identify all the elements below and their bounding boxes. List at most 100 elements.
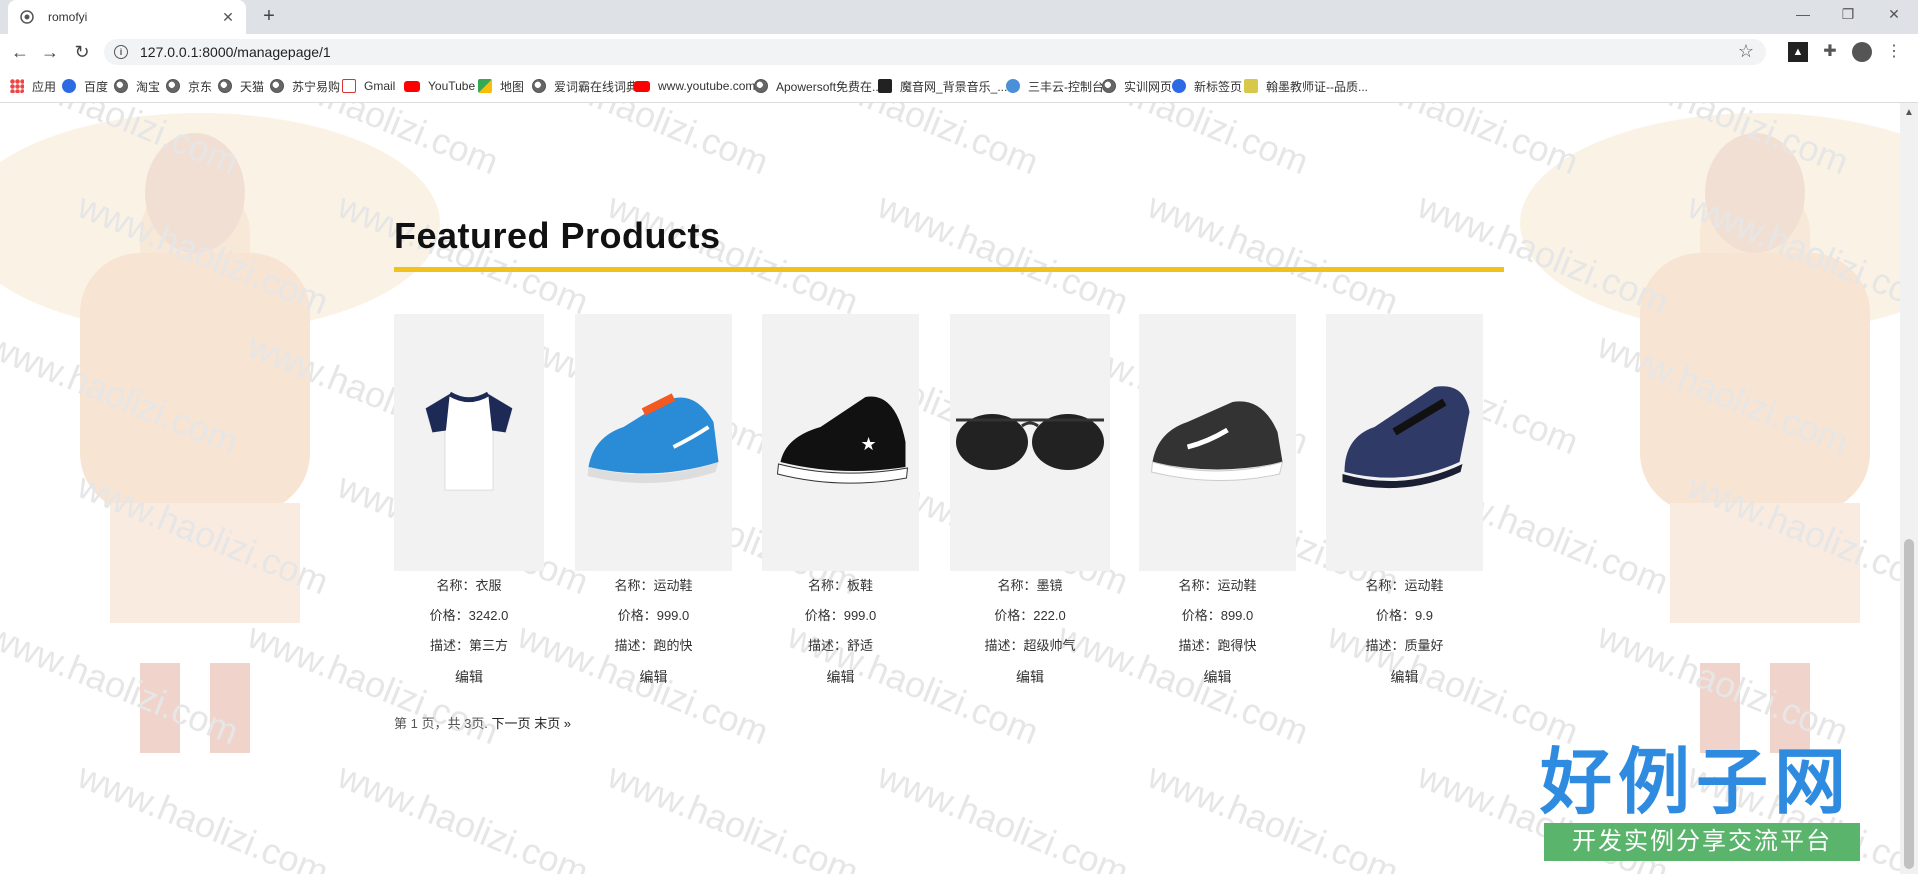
bookmark-item[interactable]: 天猫 <box>218 76 264 96</box>
bookmark-item[interactable]: 魔音网_背景音乐_... <box>878 76 1007 96</box>
bookmark-item[interactable]: 苏宁易购 <box>270 76 340 96</box>
extensions-puzzle-icon[interactable]: ✚ <box>1820 42 1840 62</box>
bookmark-label: 京东 <box>188 79 213 94</box>
product-info: 名称：衣服 价格：3242.0 描述：第三方 编辑 <box>394 571 544 693</box>
youtube-icon <box>404 80 420 92</box>
product-card: 名称：运动鞋 价格：999.0 描述：跑的快 编辑 <box>575 314 732 693</box>
bookmark-item[interactable]: 京东 <box>166 76 212 96</box>
tab-strip: romofyi ✕ + — ❐ ✕ <box>0 0 1918 34</box>
bookmark-item[interactable]: 三丰云-控制台 <box>1006 76 1104 96</box>
edit-button[interactable]: 编辑 <box>394 661 544 693</box>
edit-button[interactable]: 编辑 <box>762 661 919 693</box>
bookmark-label: 应用 <box>32 79 57 94</box>
product-name: 名称：衣服 <box>436 578 502 593</box>
close-icon[interactable]: ✕ <box>218 7 238 27</box>
info-icon[interactable]: i <box>114 45 128 59</box>
product-info: 名称：运动鞋 价格：899.0 描述：跑得快 编辑 <box>1139 571 1296 693</box>
product-price: 价格：3242.0 <box>429 608 509 623</box>
product-description: 描述：跑得快 <box>1178 638 1257 653</box>
next-page-link[interactable]: 下一页 <box>492 716 531 731</box>
product-image <box>950 314 1110 571</box>
leather-shoe-icon <box>1342 386 1470 489</box>
restore-icon[interactable]: ❐ <box>1836 6 1860 23</box>
edit-button[interactable]: 编辑 <box>1326 661 1483 693</box>
bookmark-item[interactable]: Gmail <box>342 76 395 96</box>
last-page-link[interactable]: 末页 » <box>534 716 571 731</box>
bookmark-item[interactable]: 应用 <box>10 76 56 96</box>
bookmark-label: 天猫 <box>240 79 265 94</box>
bookmark-item[interactable]: 爱词霸在线词典 <box>532 76 638 96</box>
extension-icon[interactable]: ▲ <box>1788 42 1808 62</box>
window-close-icon[interactable]: ✕ <box>1882 6 1906 23</box>
bookmark-star-icon[interactable]: ☆ <box>1738 41 1754 62</box>
new-tab-button[interactable]: + <box>258 6 280 28</box>
scroll-up-arrow-icon[interactable]: ▲ <box>1904 107 1914 118</box>
bookmark-label: Apowersoft免费在... <box>776 79 883 94</box>
minimize-icon[interactable]: — <box>1791 6 1815 22</box>
product-name: 名称：运动鞋 <box>614 578 693 593</box>
product-price: 价格：999.0 <box>804 608 877 623</box>
back-arrow-icon[interactable]: ← <box>8 41 32 63</box>
bookmark-item[interactable]: 新标签页 <box>1172 76 1242 96</box>
forward-arrow-icon[interactable]: → <box>38 41 62 63</box>
bookmark-label: 新标签页 <box>1194 79 1243 94</box>
bookmark-item[interactable]: 淘宝 <box>114 76 160 96</box>
svg-text:★: ★ <box>861 434 877 454</box>
apps-icon <box>10 79 24 93</box>
bookmark-item[interactable]: YouTube <box>404 76 475 96</box>
profile-avatar-icon[interactable] <box>1852 42 1872 62</box>
product-price: 价格：999.0 <box>617 608 690 623</box>
product-card: 名称：运动鞋 价格：9.9 描述：质量好 编辑 <box>1326 314 1483 693</box>
vertical-scrollbar[interactable]: ▲ <box>1900 103 1918 874</box>
globe-icon <box>218 79 232 93</box>
globe-icon <box>114 79 128 93</box>
bookmark-item[interactable]: 实训网页 <box>1102 76 1172 96</box>
black-sneaker-icon <box>1150 401 1284 481</box>
cloud-icon <box>1006 79 1020 93</box>
pagination-info: 第 1 页，共 3页. <box>394 716 488 731</box>
product-name: 名称：墨镜 <box>997 578 1063 593</box>
kebab-menu-icon[interactable]: ⋮ <box>1884 42 1904 62</box>
reload-icon[interactable]: ↻ <box>70 41 94 63</box>
bookmark-item[interactable]: 百度 <box>62 76 108 96</box>
scroll-thumb[interactable] <box>1904 539 1914 869</box>
edit-button[interactable]: 编辑 <box>1139 661 1296 693</box>
product-image <box>1326 314 1483 571</box>
gmail-icon <box>342 79 356 93</box>
title-underline <box>394 267 1504 272</box>
globe-icon <box>754 79 768 93</box>
bookmark-label: www.youtube.com <box>658 79 756 93</box>
brand-main-text: 好例子网 <box>1540 743 1853 823</box>
bookmark-item[interactable]: Apowersoft免费在... <box>754 76 882 96</box>
pagination: 第 1 页，共 3页. 下一页 末页 » <box>394 713 571 732</box>
tshirt-icon <box>425 391 513 491</box>
product-info: 名称：运动鞋 价格：9.9 描述：质量好 编辑 <box>1326 571 1483 693</box>
bookmark-label: 翰墨教师证--品质... <box>1266 79 1368 94</box>
product-image <box>575 314 732 571</box>
globe-icon <box>532 79 546 93</box>
globe-icon <box>166 79 180 93</box>
bookmark-label: 淘宝 <box>136 79 161 94</box>
baidu-paw-icon <box>1172 79 1186 93</box>
bookmark-label: 爱词霸在线词典 <box>554 79 639 94</box>
bookmark-item[interactable]: www.youtube.com <box>634 76 755 96</box>
product-card: ★ 名称：板鞋价格：999.0 描述：舒适编辑 <box>762 314 919 693</box>
h-icon <box>1244 79 1258 93</box>
url-text[interactable]: 127.0.0.1:8000/managepage/1 <box>140 44 331 60</box>
product-name: 名称：板鞋 <box>807 578 873 593</box>
bookmark-item[interactable]: 翰墨教师证--品质... <box>1244 76 1368 96</box>
bookmark-item[interactable]: 地图 <box>478 76 524 96</box>
bookmark-label: 地图 <box>500 79 525 94</box>
address-bar[interactable]: i 127.0.0.1:8000/managepage/1 ☆ <box>104 39 1766 65</box>
product-name: 名称：运动鞋 <box>1178 578 1257 593</box>
bookmark-label: YouTube <box>428 79 476 93</box>
product-card: 名称：运动鞋 价格：899.0 描述：跑得快 编辑 <box>1139 314 1296 693</box>
edit-button[interactable]: 编辑 <box>575 661 732 693</box>
product-name: 名称：运动鞋 <box>1365 578 1444 593</box>
sunglasses-icon <box>956 414 1104 470</box>
product-description: 描述：舒适 <box>807 638 873 653</box>
browser-tab[interactable]: romofyi ✕ <box>8 0 246 34</box>
product-card: 名称：衣服 价格：3242.0 描述：第三方 编辑 <box>394 314 544 693</box>
music-icon <box>878 79 892 93</box>
edit-button[interactable]: 编辑 <box>950 661 1110 693</box>
